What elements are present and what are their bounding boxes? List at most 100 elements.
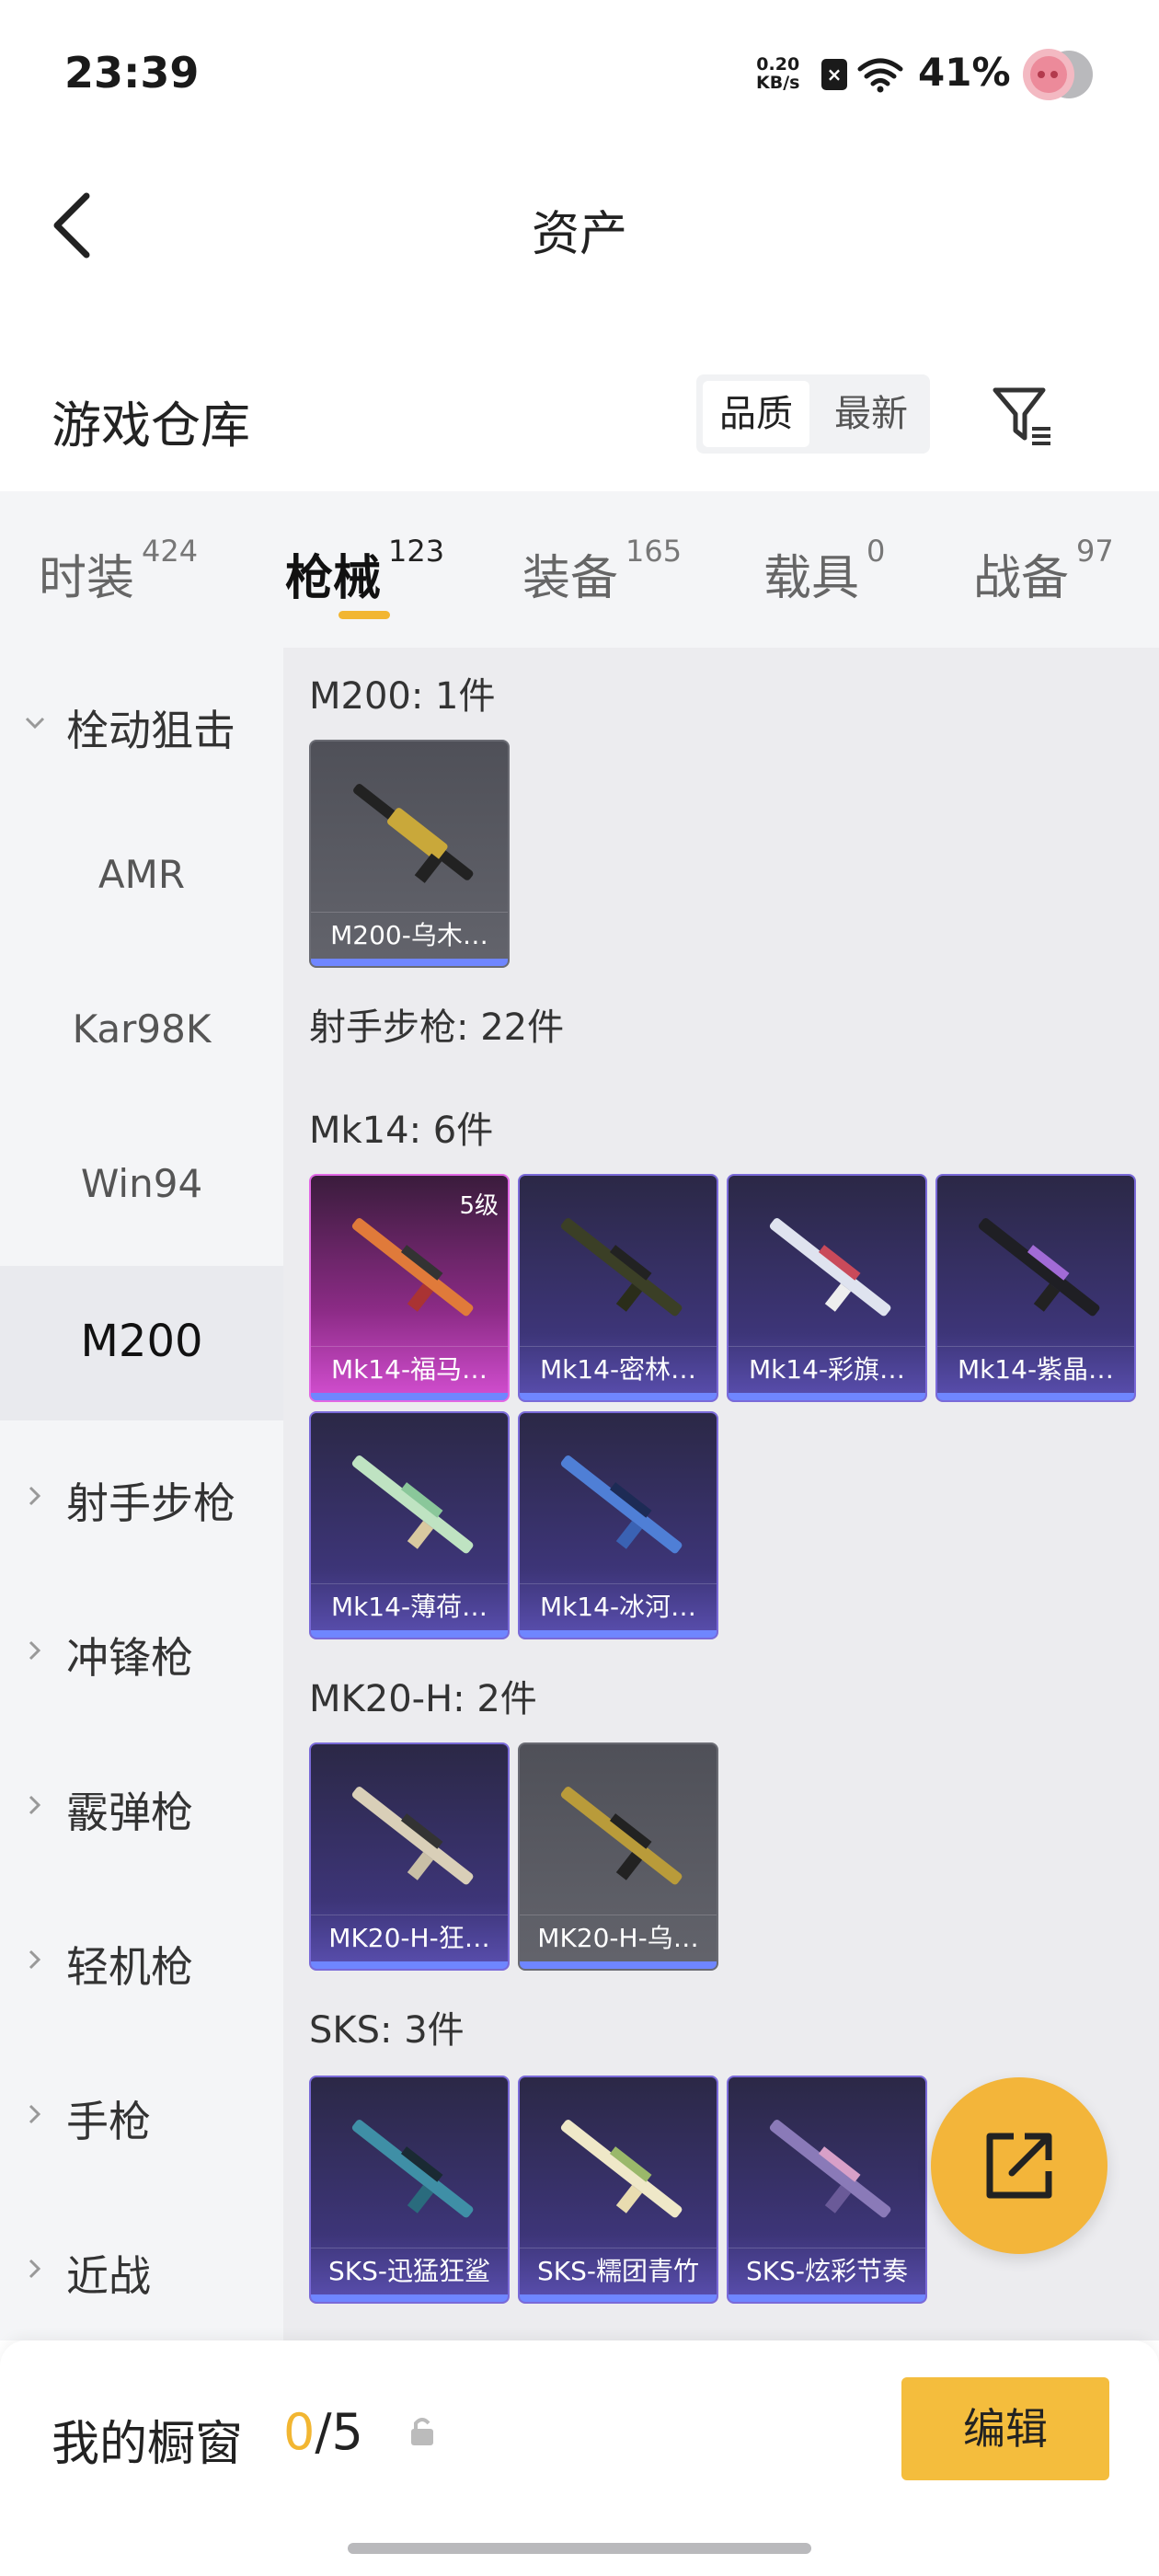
sidebar-item-label: 栓动狙击: [66, 706, 235, 755]
sidebar-item-label: Win94: [80, 1161, 203, 1206]
item-card-sks-1[interactable]: SKS-迅猛狂鲨: [309, 2076, 510, 2304]
sidebar-item-m200[interactable]: M200: [0, 1266, 283, 1420]
active-tab-indicator: [339, 611, 390, 619]
item-name: MK20-H-狂…: [311, 1915, 508, 1961]
tab-count: 424: [142, 534, 199, 569]
rarity-bar: [520, 1393, 717, 1400]
item-name: Mk14-彩旗…: [729, 1346, 925, 1393]
rifle-skin-image: [351, 1455, 474, 1554]
battery-level: 41%: [918, 50, 1011, 95]
sidebar-group-pistol[interactable]: 手枪: [0, 2039, 283, 2193]
sidebar-item-label: 轻机枪: [66, 1942, 193, 1992]
tab-label: 战备: [973, 551, 1070, 606]
sidebar-item-label: M200: [80, 1316, 203, 1367]
rarity-bar: [311, 1630, 508, 1638]
section-title-sks: SKS: 3件: [309, 2009, 465, 2052]
rifle-skin-image: [560, 2120, 683, 2218]
sidebar-item-win94[interactable]: Win94: [0, 1111, 283, 1266]
item-name: SKS-糯团青竹: [520, 2248, 717, 2294]
item-card-mk20-1[interactable]: MK20-H-狂…: [309, 1742, 510, 1971]
sidebar-group-lmg[interactable]: 轻机枪: [0, 1884, 283, 2039]
no-sim-icon: ×: [821, 59, 847, 90]
rifle-skin-image: [560, 1455, 683, 1554]
section-title-m200: M200: 1件: [309, 675, 496, 718]
status-time: 23:39: [64, 48, 200, 98]
rifle-skin-image: [560, 1218, 683, 1317]
sidebar-group-shotgun[interactable]: 霰弹枪: [0, 1730, 283, 1884]
sidebar-group-bolt-action[interactable]: 栓动狙击: [0, 648, 283, 802]
tab-supplies[interactable]: 战备 97: [973, 534, 1114, 608]
item-name: SKS-迅猛狂鲨: [311, 2248, 508, 2294]
sidebar-item-label: 手枪: [66, 2097, 151, 2146]
item-name: Mk14-福马…: [311, 1346, 508, 1393]
chevron-right-icon: [29, 1486, 41, 1506]
item-card-m200-1[interactable]: M200-乌木…: [309, 740, 510, 968]
rifle-skin-image: [560, 1787, 683, 1885]
rarity-bar: [311, 959, 508, 966]
tab-count: 165: [625, 534, 683, 569]
item-card-sks-2[interactable]: SKS-糯团青竹: [518, 2076, 718, 2304]
showcase-title: 我的橱窗: [52, 2417, 244, 2472]
sidebar-item-label: AMR: [98, 852, 186, 897]
tab-count: 0: [866, 534, 886, 569]
item-card-mk14-4[interactable]: Mk14-紫晶…: [935, 1174, 1136, 1402]
wifi-icon: [857, 58, 903, 93]
network-speed: 0.20 KB/s: [756, 55, 799, 92]
item-card-mk14-2[interactable]: Mk14-密林…: [518, 1174, 718, 1402]
item-card-mk14-3[interactable]: Mk14-彩旗…: [727, 1174, 927, 1402]
rarity-bar: [520, 1630, 717, 1638]
chevron-right-icon: [29, 1640, 41, 1661]
item-name: Mk14-冰河…: [520, 1583, 717, 1630]
item-name: Mk14-紫晶…: [937, 1346, 1134, 1393]
sidebar-group-melee[interactable]: 近战: [0, 2193, 283, 2348]
tab-firearms[interactable]: 枪械 123: [285, 534, 444, 608]
rarity-bar: [520, 2294, 717, 2302]
chevron-right-icon: [29, 1949, 41, 1970]
sidebar-item-kar98k[interactable]: Kar98K: [0, 957, 283, 1111]
item-card-mk14-1[interactable]: 5级 Mk14-福马…: [309, 1174, 510, 1402]
tab-label: 装备: [522, 551, 619, 606]
showcase-count-used: 0: [283, 2403, 316, 2461]
chevron-right-icon: [29, 1795, 41, 1815]
edit-showcase-button[interactable]: 编辑: [901, 2377, 1109, 2480]
lock-icon: [411, 2418, 433, 2445]
share-button[interactable]: [931, 2077, 1107, 2254]
rarity-bar: [311, 1393, 508, 1400]
sidebar-group-dmr[interactable]: 射手步枪: [0, 1420, 283, 1575]
share-icon: [986, 2133, 1052, 2199]
tab-count: 123: [388, 534, 445, 569]
sort-latest-button[interactable]: 最新: [818, 381, 924, 447]
sidebar-item-label: Kar98K: [72, 1006, 212, 1052]
tab-fashion[interactable]: 时装 424: [39, 534, 198, 608]
app-avatar-icon: [1023, 49, 1093, 100]
rifle-skin-image: [978, 1218, 1100, 1317]
home-indicator: [348, 2543, 811, 2554]
tab-count: 97: [1076, 534, 1114, 569]
rarity-bar: [729, 1393, 925, 1400]
item-card-mk14-6[interactable]: Mk14-冰河…: [518, 1411, 718, 1639]
network-speed-value: 0.20: [756, 54, 800, 75]
sort-toggle: 品质 最新: [696, 374, 930, 454]
tab-label: 时装: [39, 551, 135, 606]
item-card-mk20-2[interactable]: MK20-H-乌…: [518, 1742, 718, 1971]
rifle-skin-image: [769, 2120, 891, 2218]
section-title-mk14: Mk14: 6件: [309, 1110, 494, 1152]
tab-vehicles[interactable]: 载具 0: [763, 534, 885, 608]
filter-icon[interactable]: [990, 383, 1056, 449]
sidebar-item-label: 冲锋枪: [66, 1633, 193, 1683]
rifle-skin-image: [351, 1787, 474, 1885]
item-card-mk14-5[interactable]: Mk14-薄荷…: [309, 1411, 510, 1639]
sidebar-item-label: 射手步枪: [66, 1478, 235, 1528]
rarity-bar: [729, 2294, 925, 2302]
item-name: Mk14-密林…: [520, 1346, 717, 1393]
sidebar-group-smg[interactable]: 冲锋枪: [0, 1575, 283, 1730]
sort-quality-button[interactable]: 品质: [703, 381, 809, 447]
sidebar-item-amr[interactable]: AMR: [0, 802, 283, 957]
rifle-skin-image: [353, 784, 474, 883]
tab-equipment[interactable]: 装备 165: [522, 534, 682, 608]
item-name: Mk14-薄荷…: [311, 1583, 508, 1630]
showcase-count: 0/5: [283, 2403, 363, 2461]
item-name: MK20-H-乌…: [520, 1915, 717, 1961]
warehouse-title: 游戏仓库: [52, 397, 250, 454]
item-card-sks-3[interactable]: SKS-炫彩节奏: [727, 2076, 927, 2304]
